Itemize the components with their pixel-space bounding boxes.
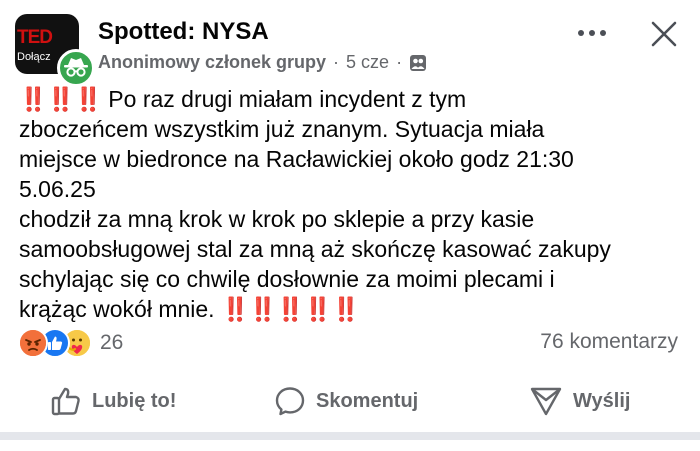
meta-separator: · bbox=[333, 52, 340, 72]
reaction-count: 26 bbox=[100, 331, 124, 354]
comment-button[interactable]: Skomentuj bbox=[274, 374, 418, 428]
more-dots-icon bbox=[600, 30, 606, 36]
thumbs-up-icon bbox=[51, 387, 80, 416]
comment-bubble-icon bbox=[275, 387, 305, 416]
post-action-bar: Lubię to! Skomentuj Wyślij bbox=[0, 374, 700, 428]
send-button-label: Wyślij bbox=[573, 389, 631, 412]
avatar-logo-subtext: Dołącz bbox=[17, 51, 51, 63]
post-line-text: Po raz drugi miałam incydent z tym bbox=[101, 86, 467, 112]
group-name-link[interactable]: Spotted: NYSA bbox=[98, 18, 269, 46]
group-audience-icon bbox=[409, 54, 427, 72]
post-line-3: miejsce w biedronce na Racławickiej okoł… bbox=[19, 146, 574, 172]
author-name[interactable]: Anonimowy członek grupy bbox=[98, 52, 326, 73]
more-options-button[interactable] bbox=[572, 20, 612, 46]
avatar-logo-text: TED bbox=[17, 27, 53, 48]
close-button[interactable] bbox=[648, 18, 680, 50]
more-dots-icon bbox=[578, 30, 584, 36]
post-line-6: samoobsługowej stal za mną aż skończę ka… bbox=[19, 236, 611, 262]
post-line-1: ‼️‼️‼️ Po raz drugi miałam incydent z ty… bbox=[19, 84, 689, 114]
like-button-label: Lubię to! bbox=[92, 389, 177, 412]
section-divider bbox=[0, 432, 700, 440]
double-exclamation-emoji: ‼️‼️‼️ bbox=[19, 86, 103, 112]
post-header: TED Dołącz Spotted: NYSA Anonimowy człon… bbox=[0, 0, 700, 87]
close-icon bbox=[651, 21, 677, 47]
post-line-8: krążąc wokół mnie. ‼️‼️‼️‼️‼️ bbox=[19, 294, 689, 324]
post-line-4: 5.06.25 bbox=[19, 176, 96, 202]
meta-separator: · bbox=[396, 52, 403, 72]
post-time[interactable]: 5 cze bbox=[346, 52, 389, 73]
post-meta: Anonimowy członek grupy · 5 cze · bbox=[98, 52, 427, 73]
post-body: ‼️‼️‼️ Po raz drugi miałam incydent z ty… bbox=[19, 84, 689, 324]
like-button[interactable]: Lubię to! bbox=[50, 374, 176, 428]
more-dots-icon bbox=[589, 30, 595, 36]
send-arrow-icon bbox=[530, 387, 562, 416]
comment-button-label: Skomentuj bbox=[316, 389, 419, 412]
angry-reaction-icon bbox=[18, 328, 48, 358]
post-card: TED Dołącz Spotted: NYSA Anonimowy człon… bbox=[0, 0, 700, 451]
comments-count-link[interactable]: 76 komentarzy bbox=[540, 330, 678, 354]
reactions-summary[interactable]: 26 bbox=[18, 328, 123, 358]
anonymous-member-icon bbox=[57, 49, 95, 87]
send-button[interactable]: Wyślij bbox=[529, 374, 630, 428]
post-line-text: krążąc wokół mnie. bbox=[19, 296, 221, 322]
post-line-2: zboczeńcem wszystkim już znanym. Sytuacj… bbox=[19, 116, 545, 142]
double-exclamation-emoji: ‼️‼️‼️‼️‼️ bbox=[220, 296, 360, 322]
post-line-5: chodził za mną krok w krok po sklepie a … bbox=[19, 206, 535, 232]
post-line-7: schylając się co chwilę dosłownie za moi… bbox=[19, 266, 555, 292]
